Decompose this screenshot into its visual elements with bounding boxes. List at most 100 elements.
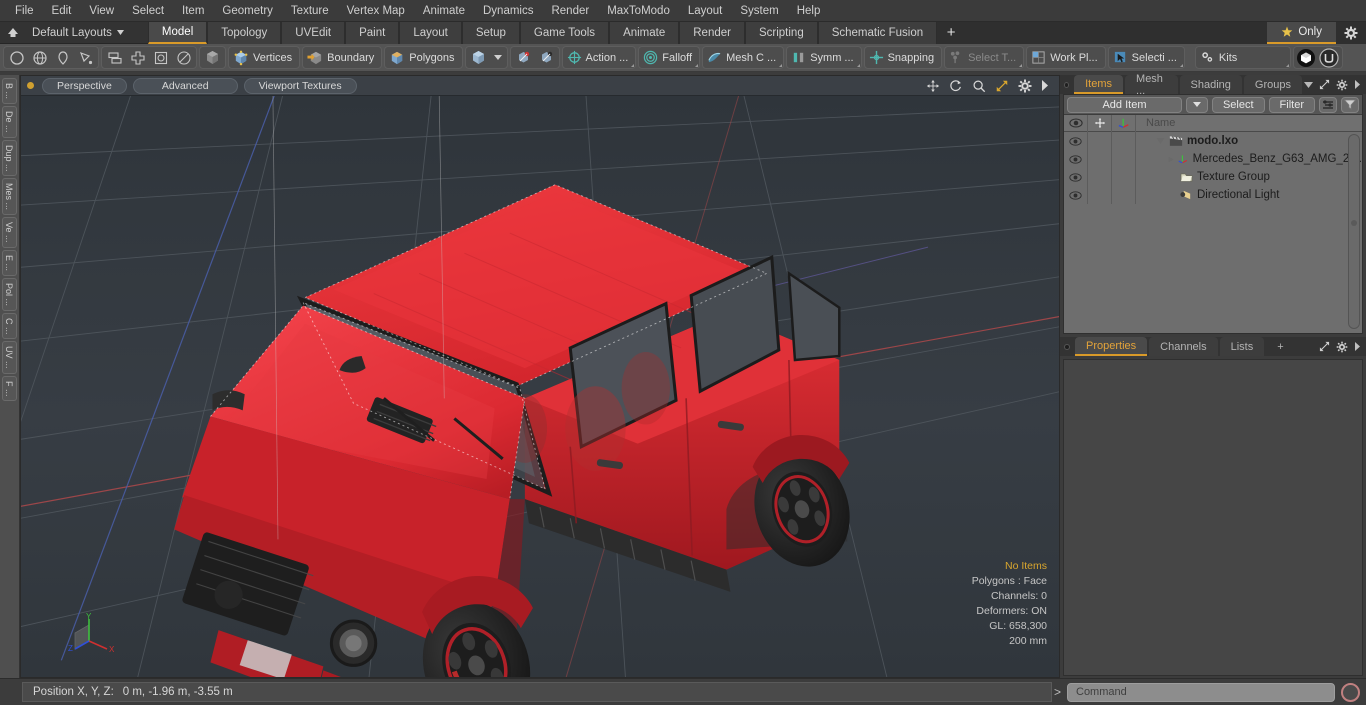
chevron-down-icon[interactable]: [1304, 81, 1313, 88]
menu-item-file[interactable]: File: [6, 2, 43, 20]
items-select-button[interactable]: Select: [1211, 96, 1265, 113]
pivot-center-alt-icon[interactable]: [535, 47, 558, 68]
tree-item-scene[interactable]: modo.lxo: [1136, 135, 1362, 147]
add-item-button[interactable]: Add Item: [1067, 96, 1182, 113]
fit-icon[interactable]: [995, 79, 1009, 93]
viewport-projection-dropdown[interactable]: Perspective: [42, 77, 127, 94]
left-tab-basic[interactable]: B ...: [2, 78, 17, 105]
row-visibility-toggle[interactable]: [1064, 186, 1088, 204]
axis-icon[interactable]: [1112, 114, 1136, 132]
expander-expanded-icon[interactable]: [1156, 137, 1165, 145]
menu-item-help[interactable]: Help: [788, 2, 830, 20]
items-scrollbar[interactable]: [1348, 134, 1360, 329]
symmetry-button[interactable]: Symm ...: [786, 46, 862, 69]
gear-icon[interactable]: [1336, 79, 1348, 91]
tree-row-mesh[interactable]: Mercedes_Benz_G63_AMG_2 ...: [1064, 150, 1362, 168]
row-visibility-toggle[interactable]: [1064, 150, 1088, 168]
row-axis-cell[interactable]: [1112, 132, 1136, 150]
tree-item-mesh[interactable]: Mercedes_Benz_G63_AMG_2 ...: [1136, 153, 1362, 165]
layout-tab-paint[interactable]: Paint: [345, 21, 400, 44]
add-item-dropdown[interactable]: [1185, 96, 1208, 113]
expand-icon[interactable]: [1319, 79, 1330, 90]
rotate-icon[interactable]: [949, 79, 963, 93]
command-input[interactable]: Command: [1067, 682, 1335, 702]
circle-tool-icon[interactable]: [5, 47, 28, 68]
mesh-constraint-button[interactable]: Mesh C ...: [702, 46, 785, 69]
selection-mode-boundary[interactable]: Boundary: [302, 46, 383, 69]
row-axis-cell[interactable]: [1112, 186, 1136, 204]
left-tab-vertex[interactable]: Ve ...: [2, 217, 17, 248]
layout-tab-scripting[interactable]: Scripting: [744, 21, 818, 44]
menu-item-vertex-map[interactable]: Vertex Map: [338, 2, 414, 20]
tab-lists[interactable]: Lists: [1219, 337, 1265, 356]
menu-item-dynamics[interactable]: Dynamics: [474, 2, 542, 20]
left-tab-fusion[interactable]: F ...: [2, 375, 17, 402]
square-tool-icon[interactable]: [149, 47, 172, 68]
layout-tab-schematic-fusion[interactable]: Schematic Fusion: [817, 21, 938, 44]
left-tab-deform[interactable]: De ...: [2, 106, 17, 138]
tree-row-texture-group[interactable]: Texture Group: [1064, 168, 1362, 186]
selection-mode-vertices[interactable]: Vertices: [228, 46, 301, 69]
row-lock-cell[interactable]: [1088, 150, 1112, 168]
item-mode-dropdown[interactable]: [490, 47, 506, 68]
menu-item-item[interactable]: Item: [173, 2, 213, 20]
left-tab-uv[interactable]: UV ...: [2, 341, 17, 374]
tree-row-scene[interactable]: modo.lxo: [1064, 132, 1362, 150]
modo-cube-icon[interactable]: [1295, 47, 1318, 68]
falloff-button[interactable]: Falloff: [638, 46, 701, 69]
viewport-textures-dropdown[interactable]: Viewport Textures: [243, 77, 357, 94]
selection-sets-button[interactable]: Selecti ...: [1107, 46, 1185, 69]
left-tab-duplicate[interactable]: Dup ...: [2, 139, 17, 177]
pan-icon[interactable]: [926, 79, 940, 93]
layout-tab-topology[interactable]: Topology: [207, 21, 282, 44]
layout-tab-game-tools[interactable]: Game Tools: [519, 21, 610, 44]
circle-slice-tool-icon[interactable]: [172, 47, 195, 68]
left-tab-mesh[interactable]: Mes ...: [2, 178, 17, 216]
expand-icon[interactable]: [1319, 341, 1330, 352]
tab-channels[interactable]: Channels: [1149, 337, 1218, 356]
viewport-settings-gear-icon[interactable]: [1018, 79, 1032, 93]
layout-tab-render[interactable]: Render: [679, 21, 745, 44]
globe-tool-icon[interactable]: [28, 47, 51, 68]
layout-tab-model[interactable]: Model: [147, 21, 208, 44]
selection-mode-polygons[interactable]: Polygons: [384, 46, 463, 69]
tree-item-texture-group[interactable]: Texture Group: [1136, 171, 1362, 183]
funnel-icon[interactable]: [1341, 96, 1359, 113]
tab-groups[interactable]: Groups: [1243, 75, 1302, 94]
tab-properties[interactable]: Properties: [1075, 337, 1148, 356]
menu-item-geometry[interactable]: Geometry: [213, 2, 282, 20]
snapping-button[interactable]: Snapping: [863, 46, 943, 69]
gear-icon[interactable]: [1336, 341, 1348, 353]
layout-tab-uvedit[interactable]: UVEdit: [281, 21, 346, 44]
tree-row-directional-light[interactable]: Directional Light: [1064, 186, 1362, 204]
items-filter-button[interactable]: Filter: [1268, 96, 1315, 113]
work-plane-button[interactable]: Work Pl...: [1026, 46, 1106, 69]
gear-icon[interactable]: [1336, 21, 1366, 44]
row-visibility-toggle[interactable]: [1064, 132, 1088, 150]
viewport-shading-dropdown[interactable]: Advanced: [132, 77, 238, 94]
kits-button[interactable]: Kits: [1194, 46, 1291, 69]
cube-grey-icon[interactable]: [201, 47, 224, 68]
row-visibility-toggle[interactable]: [1064, 168, 1088, 186]
tree-item-directional-light[interactable]: Directional Light: [1136, 189, 1362, 201]
cross-tool-icon[interactable]: [126, 47, 149, 68]
menu-item-view[interactable]: View: [80, 2, 123, 20]
tab-mesh[interactable]: Mesh ...: [1125, 73, 1178, 97]
menu-item-select[interactable]: Select: [123, 2, 173, 20]
expander-collapsed-icon[interactable]: [1168, 155, 1174, 164]
menu-item-maxtomodo[interactable]: MaxToModo: [598, 2, 679, 20]
record-circle-icon[interactable]: [1341, 682, 1360, 702]
row-axis-cell[interactable]: [1112, 168, 1136, 186]
menu-item-animate[interactable]: Animate: [414, 2, 474, 20]
tab-items[interactable]: Items: [1074, 75, 1124, 94]
chevron-right-icon[interactable]: [1354, 80, 1361, 89]
unreal-engine-icon[interactable]: [1318, 47, 1341, 68]
menu-item-texture[interactable]: Texture: [282, 2, 338, 20]
layout-tab-setup[interactable]: Setup: [461, 21, 520, 44]
left-tab-curve[interactable]: C ...: [2, 312, 17, 340]
only-toggle[interactable]: Only: [1267, 21, 1336, 44]
chevron-right-icon[interactable]: [1041, 80, 1049, 91]
left-tab-polygon[interactable]: Pol ...: [2, 277, 17, 311]
eye-icon[interactable]: [1064, 114, 1088, 132]
pen-tool-icon[interactable]: [51, 47, 74, 68]
